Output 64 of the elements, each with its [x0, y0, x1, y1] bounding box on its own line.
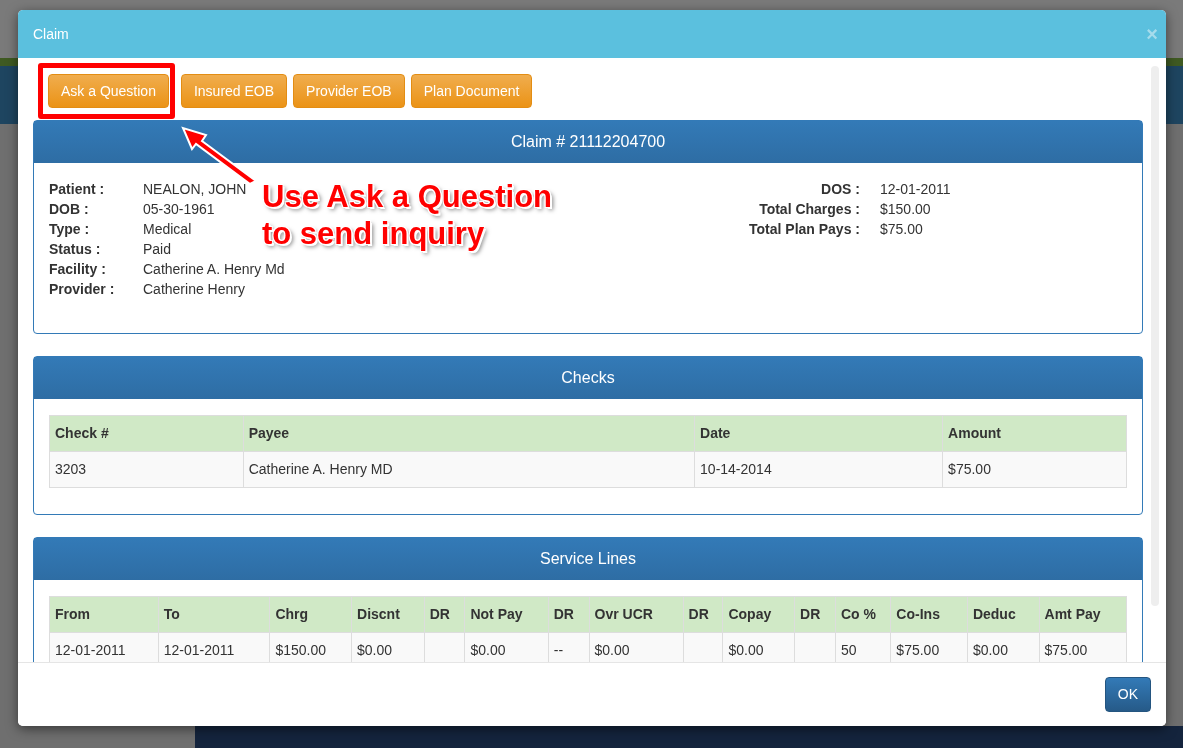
table-cell: 50 [840, 642, 857, 658]
table-cell: $75.00 [1044, 642, 1088, 658]
column-header: Chrg [269, 596, 352, 633]
field-label: DOB : [49, 200, 89, 219]
action-button[interactable]: Insured EOB [180, 74, 288, 108]
field-value: $150.00 [880, 200, 932, 219]
table-cell: $0.00 [470, 642, 506, 658]
column-header: Amount [942, 415, 1127, 452]
column-header: Discnt [351, 596, 425, 633]
field-value: $75.00 [880, 220, 924, 239]
table-cell: 12-01-2011 [163, 642, 235, 658]
field-value: 05-30-1961 [143, 200, 215, 219]
field-value: Catherine Henry [143, 280, 245, 299]
table-cell: $0.00 [594, 642, 630, 658]
table-cell: 10-14-2014 [700, 461, 772, 477]
field-value: 12-01-2011 [880, 180, 951, 199]
table-cell: $150.00 [275, 642, 326, 658]
column-header: To [158, 596, 270, 633]
close-button[interactable]: × [1146, 24, 1158, 44]
table-cell: $75.00 [948, 461, 991, 477]
column-header: Check # [49, 415, 244, 452]
field-label: Facility : [49, 260, 106, 279]
action-button[interactable]: Plan Document [410, 74, 533, 108]
column-header: Co-Ins [890, 596, 968, 633]
field-value: Paid [143, 240, 172, 259]
column-header: Date [694, 415, 943, 452]
column-header: DR [794, 596, 836, 633]
table-cell: $75.00 [896, 642, 940, 658]
action-button[interactable]: Provider EOB [293, 74, 405, 108]
column-header: DR [548, 596, 590, 633]
table-cell: Catherine A. Henry MD [248, 461, 393, 477]
action-button[interactable]: Ask a Question [48, 74, 169, 108]
column-header: DR [424, 596, 465, 633]
column-header: Deduc [967, 596, 1040, 633]
table-cell: $0.00 [357, 642, 393, 658]
field-label: Status : [49, 240, 101, 259]
column-header: Amt Pay [1039, 596, 1127, 633]
field-value: NEALON, JOHN [143, 180, 247, 199]
panel-header: Checks [34, 357, 1142, 399]
table-cell: 3203 [55, 461, 87, 477]
ok-button[interactable]: OK [1104, 677, 1151, 712]
field-label: Provider : [49, 280, 115, 299]
table-cell: -- [553, 642, 564, 658]
column-header: Copay [722, 596, 795, 633]
field-label: Patient : [49, 180, 105, 199]
table-cell: 12-01-2011 [55, 642, 126, 658]
column-header: Not Pay [464, 596, 549, 633]
dialog-title: Claim [33, 24, 69, 44]
field-label: Total Plan Pays : [749, 220, 860, 239]
annotation-text: Use Ask a Question to send inquiry [262, 178, 553, 252]
field-label: Total Charges : [758, 200, 860, 219]
column-header: From [49, 596, 159, 633]
column-header: Ovr UCR [589, 596, 684, 633]
panel-header: Claim # 21112204700 [34, 121, 1142, 163]
field-label: Type : [49, 220, 90, 239]
column-header: Payee [243, 415, 695, 452]
field-label: DOS : [820, 180, 860, 199]
table-cell: $0.00 [728, 642, 764, 658]
panel-header: Service Lines [34, 538, 1142, 580]
field-value: Medical [143, 220, 192, 239]
column-header: DR [683, 596, 723, 633]
field-value: Catherine A. Henry Md [143, 260, 285, 279]
column-header: Co % [835, 596, 891, 633]
table-cell: $0.00 [972, 642, 1008, 658]
